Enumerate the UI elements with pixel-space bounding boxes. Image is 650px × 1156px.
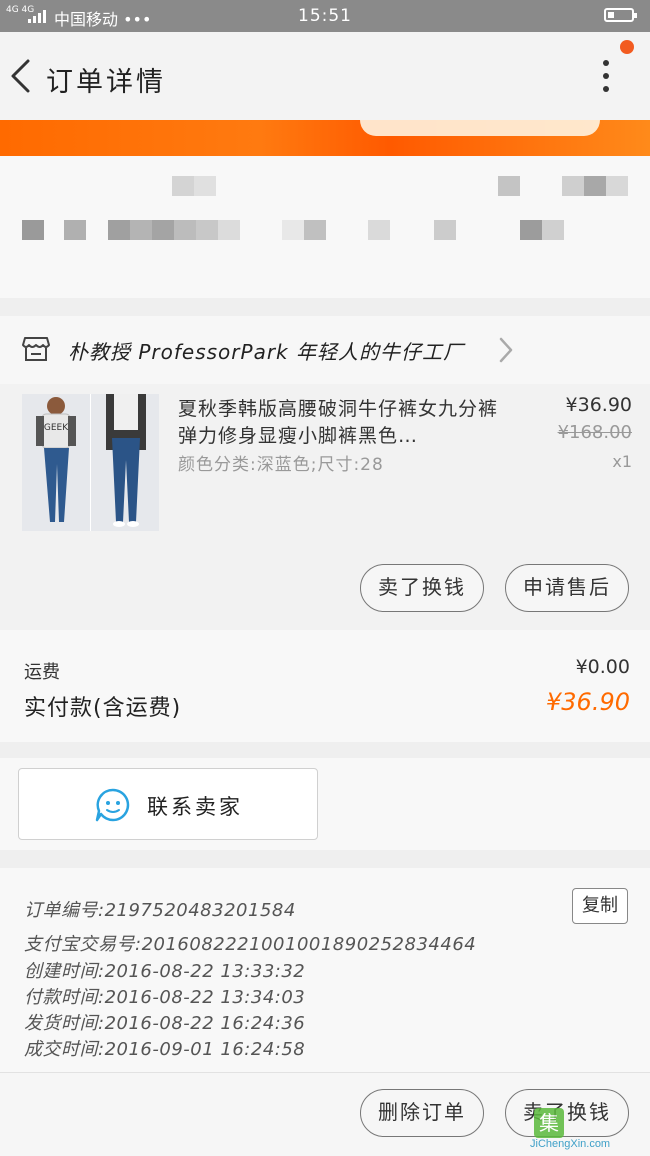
status-bar: 4G 4G 中国移动 ••• 15:51 bbox=[0, 0, 650, 32]
amount-paid-value: ¥36.90 bbox=[546, 688, 630, 716]
sell-for-cash-button[interactable]: 卖了换钱 bbox=[360, 564, 484, 612]
order-number: 订单编号:2197520483201584 bbox=[24, 900, 296, 921]
delete-order-button[interactable]: 删除订单 bbox=[360, 1089, 484, 1137]
alipay-trade-number: 支付宝交易号:2016082221001001890252834464 bbox=[24, 934, 477, 955]
contact-seller-button[interactable]: 联系卖家 bbox=[18, 768, 318, 840]
shirt-print-text: GEEK bbox=[44, 423, 69, 433]
product-original-price: ¥168.00 bbox=[557, 422, 632, 443]
site-watermark: 集 JiChengXin.com bbox=[530, 1108, 648, 1152]
more-options-icon[interactable] bbox=[592, 56, 620, 96]
watermark-badge: 集 bbox=[534, 1108, 564, 1138]
battery-icon bbox=[604, 8, 637, 22]
amount-paid-label: 实付款(含运费) bbox=[24, 696, 182, 721]
shipped-time: 发货时间:2016-08-22 16:24:36 bbox=[24, 1013, 306, 1034]
watermark-text: JiChengXin.com bbox=[530, 1138, 611, 1150]
after-sale-button[interactable]: 申请售后 bbox=[505, 564, 629, 612]
shipping-fee-label: 运费 bbox=[24, 662, 60, 683]
nav-bar: 订单详情 bbox=[0, 32, 650, 120]
created-time: 创建时间:2016-08-22 13:33:32 bbox=[24, 961, 306, 982]
carrier-name: 中国移动 ••• bbox=[54, 10, 152, 29]
contact-seller-label: 联系卖家 bbox=[147, 795, 243, 819]
product-spec: 颜色分类:深蓝色;尺寸:28 bbox=[178, 455, 384, 475]
store-icon bbox=[22, 337, 50, 361]
notification-dot bbox=[620, 40, 634, 54]
signal-icon bbox=[28, 9, 48, 23]
product-title[interactable]: 夏秋季韩版高腰破洞牛仔裤女九分裤弹力修身显瘦小脚裤黑色… bbox=[178, 396, 498, 450]
completed-time: 成交时间:2016-09-01 16:24:58 bbox=[24, 1039, 306, 1060]
product-quantity: x1 bbox=[612, 452, 632, 471]
back-arrow-icon[interactable] bbox=[8, 58, 34, 94]
product-card: GEEK 夏秋季韩版高腰破洞牛仔裤女九分裤弹力修身显瘦小脚裤黑色… 颜色分类:深… bbox=[0, 384, 650, 630]
shipping-fee-value: ¥0.00 bbox=[575, 656, 630, 678]
page-title: 订单详情 bbox=[46, 67, 166, 98]
payment-summary: 运费 ¥0.00 实付款(含运费) ¥36.90 bbox=[0, 630, 650, 742]
copy-order-number-button[interactable]: 复制 bbox=[572, 888, 628, 924]
contact-section: 联系卖家 bbox=[0, 758, 650, 850]
product-thumbnail[interactable]: GEEK bbox=[22, 394, 159, 531]
order-info: 订单编号:2197520483201584 复制 支付宝交易号:20160822… bbox=[0, 868, 650, 1072]
chevron-right-icon bbox=[499, 337, 513, 363]
product-price: ¥36.90 bbox=[565, 394, 632, 416]
paid-time: 付款时间:2016-08-22 13:34:03 bbox=[24, 987, 306, 1008]
status-time: 15:51 bbox=[298, 6, 352, 26]
status-banner bbox=[0, 120, 650, 156]
shop-name: 朴教授 ProfessorPark 年轻人的牛仔工厂 bbox=[68, 340, 464, 364]
shipping-address-blurred bbox=[0, 156, 650, 298]
chat-bubble-icon bbox=[95, 788, 130, 822]
shop-row[interactable]: 朴教授 ProfessorPark 年轻人的牛仔工厂 bbox=[0, 316, 650, 384]
